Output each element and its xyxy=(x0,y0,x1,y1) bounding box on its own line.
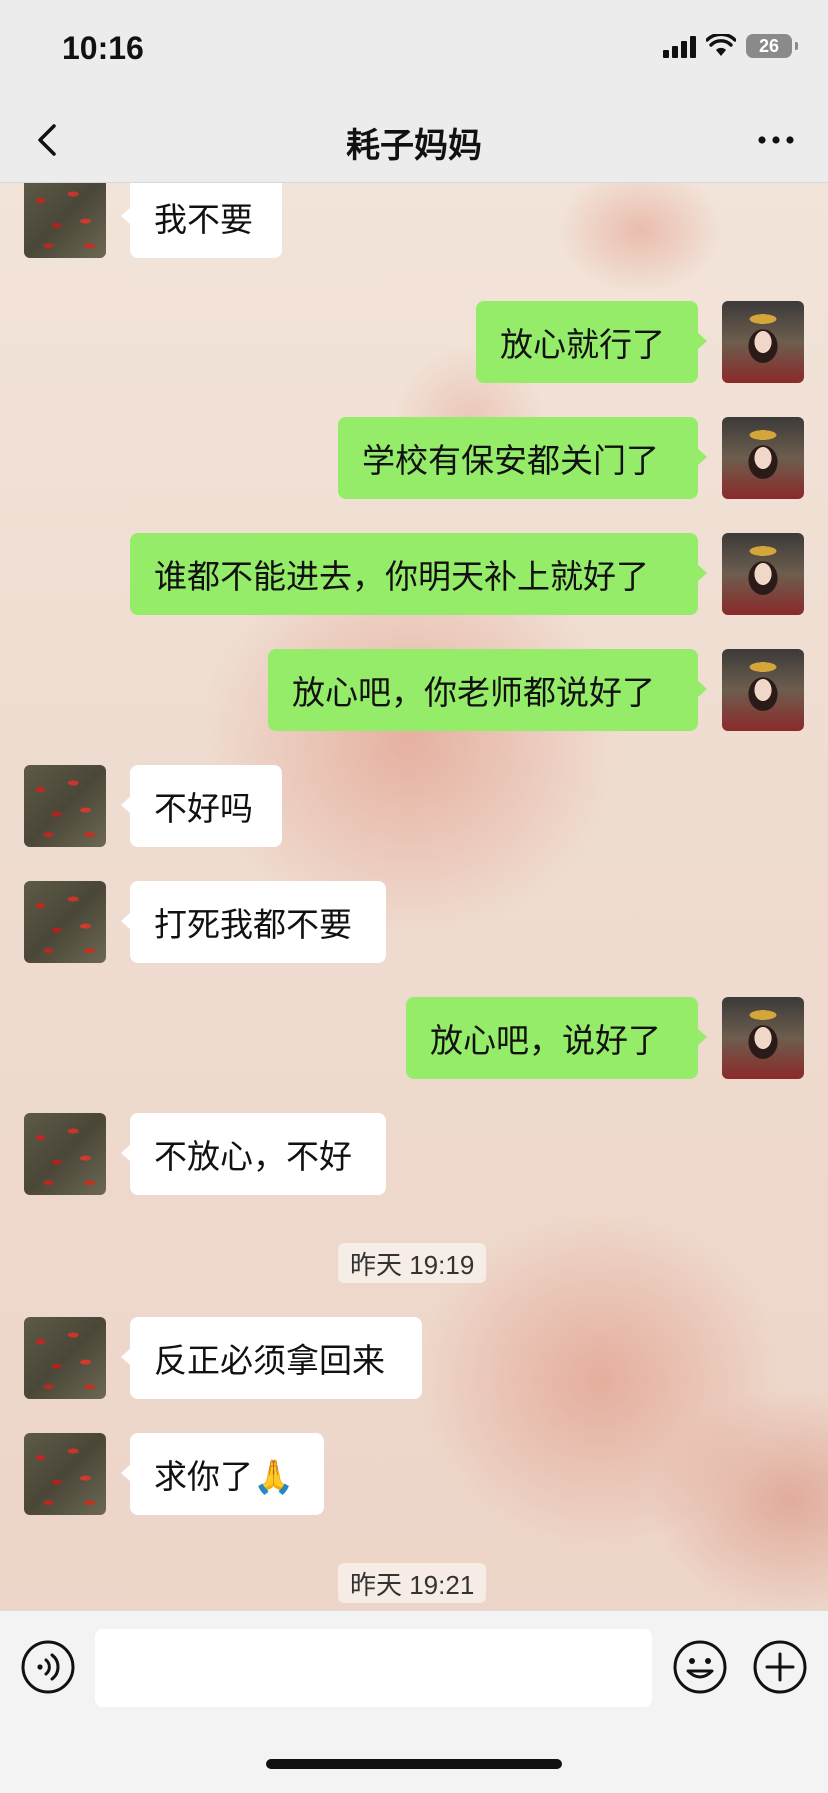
message-bubble-incoming[interactable]: 反正必须拿回来 xyxy=(121,1317,422,1399)
message-bubble-incoming[interactable]: 求你了🙏 xyxy=(121,1433,324,1515)
wifi-icon xyxy=(706,34,736,56)
plus-icon[interactable] xyxy=(752,1639,808,1695)
nav-bar: 耗子妈妈 xyxy=(0,100,828,183)
message-bubble-incoming[interactable]: 我不要 xyxy=(121,182,282,258)
more-horizontal-icon[interactable] xyxy=(754,120,798,160)
message-bubble-outgoing[interactable]: 学校有保安都关门了 xyxy=(338,417,707,499)
contact-avatar[interactable] xyxy=(24,182,106,258)
contact-avatar[interactable] xyxy=(24,1113,106,1195)
message-timestamp: 昨天 19:21 xyxy=(338,1563,487,1603)
contact-avatar[interactable] xyxy=(24,1433,106,1515)
message-bubble-incoming[interactable]: 打死我都不要 xyxy=(121,881,386,963)
message-input[interactable] xyxy=(95,1629,652,1707)
chat-title: 耗子妈妈 xyxy=(346,126,482,166)
status-bar: 10:16 26 xyxy=(0,0,828,100)
message-list[interactable]: 我不要 放心就行了 学校有保安都关门了 谁都不能进去，你明天补上就好了 放心吧，… xyxy=(0,182,828,1610)
message-bubble-incoming[interactable]: 不好吗 xyxy=(121,765,282,847)
message-bubble-outgoing[interactable]: 放心就行了 xyxy=(476,301,707,383)
my-avatar[interactable] xyxy=(722,649,804,731)
cellular-signal-icon xyxy=(663,34,696,58)
my-avatar[interactable] xyxy=(722,301,804,383)
battery-icon: 26 xyxy=(746,34,798,58)
message-bubble-outgoing[interactable]: 放心吧，你老师都说好了 xyxy=(268,649,707,731)
my-avatar[interactable] xyxy=(722,533,804,615)
home-indicator[interactable] xyxy=(266,1759,562,1769)
status-time: 10:16 xyxy=(62,30,144,66)
message-bubble-incoming[interactable]: 不放心，不好 xyxy=(121,1113,386,1195)
message-bubble-outgoing[interactable]: 谁都不能进去，你明天补上就好了 xyxy=(130,533,707,615)
contact-avatar[interactable] xyxy=(24,881,106,963)
input-bar xyxy=(0,1610,828,1793)
message-bubble-outgoing[interactable]: 放心吧，说好了 xyxy=(406,997,707,1079)
emoji-icon[interactable] xyxy=(672,1639,728,1695)
message-timestamp: 昨天 19:19 xyxy=(338,1243,487,1283)
my-avatar[interactable] xyxy=(722,997,804,1079)
system-icons: 26 xyxy=(663,34,798,58)
voice-icon[interactable] xyxy=(20,1639,76,1695)
contact-avatar[interactable] xyxy=(24,765,106,847)
contact-avatar[interactable] xyxy=(24,1317,106,1399)
my-avatar[interactable] xyxy=(722,417,804,499)
